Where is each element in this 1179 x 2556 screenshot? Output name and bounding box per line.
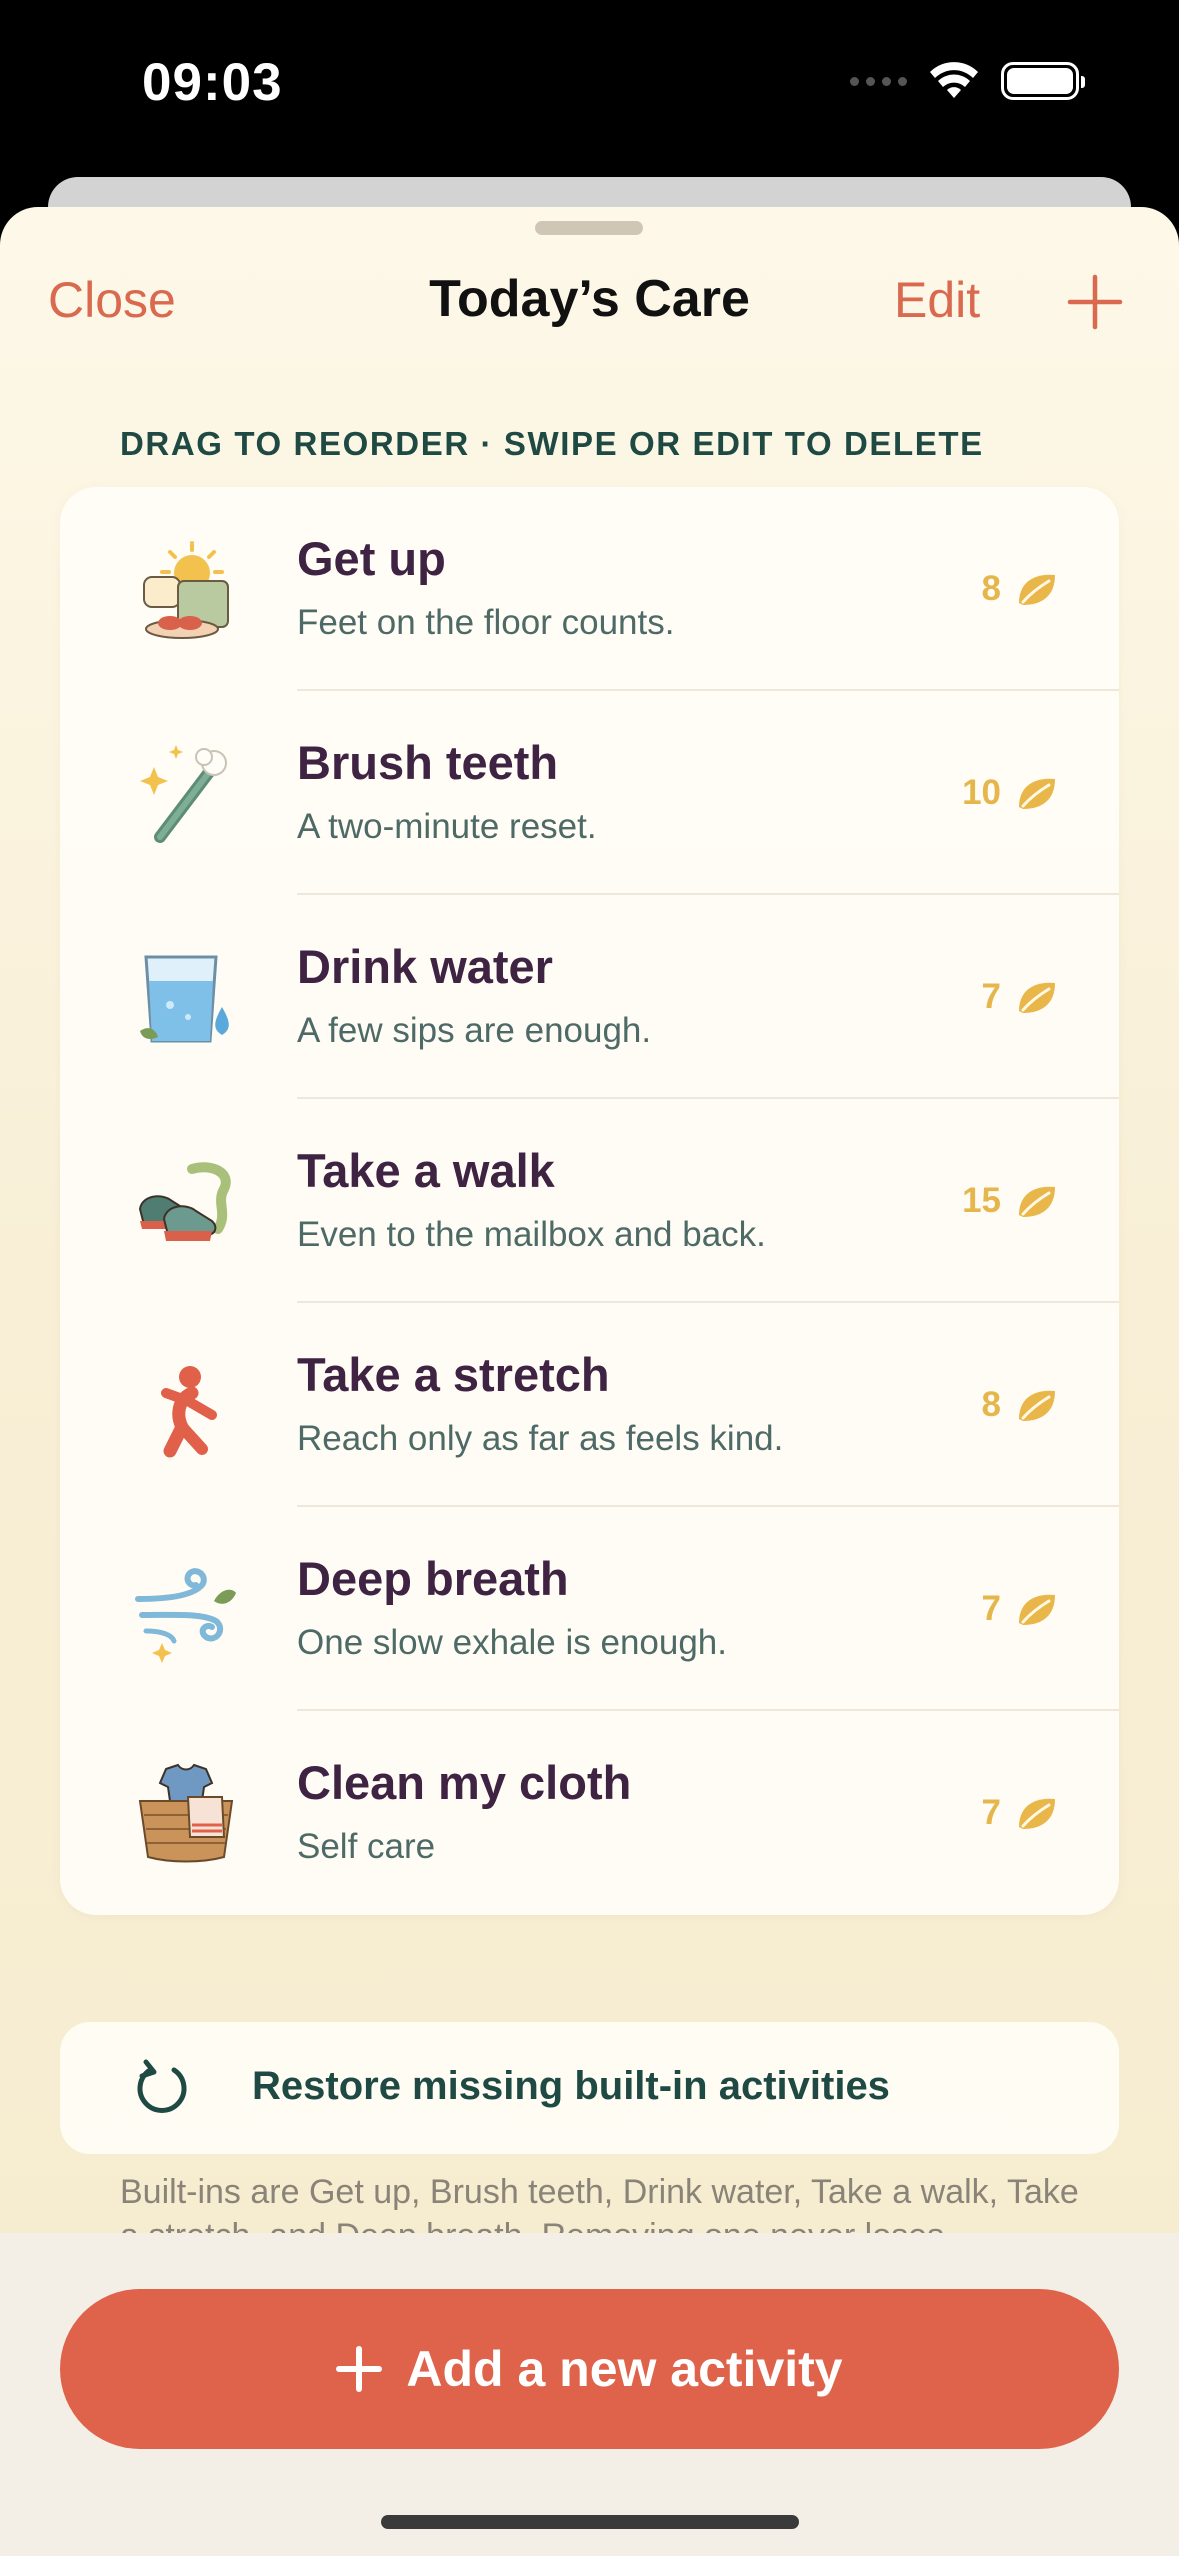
leaf-icon <box>1019 1594 1055 1625</box>
leaf-icon <box>1019 1186 1055 1217</box>
leaf-icon <box>1019 982 1055 1013</box>
bottom-action-tray: Add a new activity <box>0 2233 1179 2556</box>
reward-points: 15 <box>962 1181 1001 1220</box>
wind-breath-icon <box>135 1568 236 1663</box>
home-indicator[interactable] <box>381 2515 799 2529</box>
wifi-icon <box>930 62 978 98</box>
leaf-icon <box>1019 1390 1055 1421</box>
activity-title: Clean my cloth <box>297 1756 632 1809</box>
activity-subtitle: One slow exhale is enough. <box>297 1623 727 1662</box>
activity-row-clean-my-cloth[interactable]: Clean my cloth Self care 7 <box>60 1711 1119 1915</box>
page-title: Today’s Care <box>429 270 750 328</box>
reward-badge: 7 <box>982 1793 1059 1833</box>
status-time: 09:03 <box>142 53 283 112</box>
restore-arrow-icon <box>137 2059 187 2113</box>
activity-row-take-a-stretch[interactable]: Take a stretch Reach only as far as feel… <box>60 1303 1119 1507</box>
sneakers-icon <box>138 1162 231 1241</box>
reward-badge: 7 <box>982 977 1059 1017</box>
add-button-label: Add a new activity <box>406 2341 843 2397</box>
leaf-icon <box>1019 778 1055 809</box>
activity-subtitle: A two-minute reset. <box>297 807 597 846</box>
section-header: DRAG TO REORDER · SWIPE OR EDIT TO DELET… <box>120 425 984 462</box>
activity-subtitle: A few sips are enough. <box>297 1011 652 1050</box>
activity-subtitle: Self care <box>297 1827 436 1866</box>
leaf-icon <box>1019 1798 1055 1829</box>
restore-built-ins-button[interactable]: Restore missing built-in activities <box>60 2022 1119 2154</box>
activity-title: Take a walk <box>297 1144 555 1197</box>
reward-badge: 10 <box>962 773 1059 813</box>
activity-list: Get up Feet on the floor counts. 8 Brush… <box>60 487 1119 1915</box>
reward-badge: 8 <box>982 569 1059 609</box>
reward-points: 7 <box>981 1793 1001 1832</box>
laundry-basket-icon <box>138 1763 234 1863</box>
edit-button[interactable]: Edit <box>894 271 980 329</box>
reward-points: 8 <box>981 1385 1001 1424</box>
battery-icon <box>1001 62 1085 100</box>
restore-label: Restore missing built-in activities <box>252 2064 890 2108</box>
activity-title: Brush teeth <box>297 736 559 789</box>
bed-sunrise-icon <box>143 541 229 639</box>
status-icons <box>850 62 1085 100</box>
activity-title: Drink water <box>297 940 553 993</box>
reward-badge: 8 <box>982 1385 1059 1425</box>
plus-icon <box>336 2346 383 2392</box>
stretch-figure-icon <box>161 1366 217 1458</box>
activity-title: Get up <box>297 532 446 585</box>
activity-row-deep-breath[interactable]: Deep breath One slow exhale is enough. 7 <box>60 1507 1119 1711</box>
reward-badge: 7 <box>982 1589 1059 1629</box>
activity-subtitle: Feet on the floor counts. <box>297 603 675 642</box>
water-glass-icon <box>140 955 229 1043</box>
reward-points: 10 <box>962 773 1001 812</box>
cellular-signal-icon <box>850 76 907 86</box>
activity-title: Deep breath <box>297 1552 569 1605</box>
add-icon-button[interactable] <box>1066 273 1124 331</box>
nav-bar: Close Today’s Care Edit <box>0 257 1179 347</box>
add-new-activity-button[interactable]: Add a new activity <box>60 2289 1119 2449</box>
status-bar: 09:03 <box>0 0 1179 175</box>
reward-badge: 15 <box>962 1181 1059 1221</box>
sheet-grabber[interactable] <box>535 221 643 235</box>
activity-subtitle: Even to the mailbox and back. <box>297 1215 766 1254</box>
reward-points: 7 <box>981 977 1001 1016</box>
activity-subtitle: Reach only as far as feels kind. <box>297 1419 784 1458</box>
activity-row-brush-teeth[interactable]: Brush teeth A two-minute reset. 10 <box>60 691 1119 895</box>
reward-points: 8 <box>981 569 1001 608</box>
reward-points: 7 <box>981 1589 1001 1628</box>
activity-row-get-up[interactable]: Get up Feet on the floor counts. 8 <box>60 487 1119 691</box>
toothbrush-icon <box>140 745 227 843</box>
activity-title: Take a stretch <box>297 1348 610 1401</box>
activity-row-take-a-walk[interactable]: Take a walk Even to the mailbox and back… <box>60 1099 1119 1303</box>
leaf-icon <box>1019 574 1055 605</box>
activity-row-drink-water[interactable]: Drink water A few sips are enough. 7 <box>60 895 1119 1099</box>
todays-care-sheet: Close Today’s Care Edit DRAG TO REORDER … <box>0 207 1179 2556</box>
